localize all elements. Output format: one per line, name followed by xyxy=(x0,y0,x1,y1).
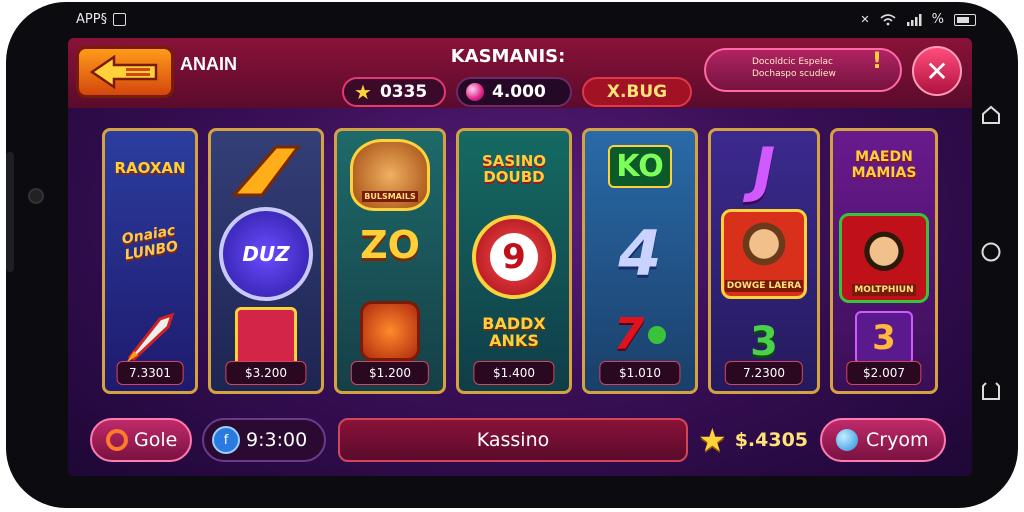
reel-4-amount: $1.400 xyxy=(473,361,555,385)
reel-4-bottom-symbol: BADDX ANKS xyxy=(482,314,546,350)
coin-balance: ★ 0335 xyxy=(342,77,446,107)
character-portrait: DOWGE LAERA xyxy=(711,209,817,299)
close-icon: ✕ xyxy=(925,54,949,88)
info-icon: f xyxy=(212,426,240,454)
reel-3-top-label: BULSMAILS xyxy=(362,191,418,202)
win-display: ★ $.4305 xyxy=(698,418,810,462)
reel-6-mid-label: DOWGE LAERA xyxy=(724,280,804,292)
game-title: KASMANIS: xyxy=(450,46,566,67)
mute-icon: ✕ xyxy=(860,13,870,26)
slot-reel-7[interactable]: MAEDN MAMIAS MOLTPHIUN 3 $2.007 xyxy=(830,128,938,394)
recent-apps-icon[interactable] xyxy=(978,102,1004,128)
arrow-left-icon xyxy=(90,55,158,89)
search-icon xyxy=(106,429,128,451)
rocket-icon xyxy=(105,307,195,367)
seven-icon: 7 xyxy=(585,309,695,360)
wifi-icon xyxy=(880,13,896,25)
balance-display: f 9:3:00 xyxy=(202,418,326,462)
reel-6-bottom-symbol: 3 xyxy=(750,319,778,365)
reel-2-mid-label: DUZ xyxy=(219,207,313,301)
back-button[interactable] xyxy=(76,46,174,98)
front-camera xyxy=(28,188,44,204)
status-text: APP§ xyxy=(76,12,108,27)
side-button xyxy=(6,152,14,272)
notice-banner[interactable]: Docoldcic Espelac Dochaspo scudiew ! xyxy=(704,48,902,92)
star-icon: ★ xyxy=(354,80,372,104)
reel-5-mid-symbol: 4 xyxy=(618,217,662,290)
notification-icon xyxy=(113,13,127,26)
battery-icon xyxy=(954,13,976,26)
reel-7-amount: $2.007 xyxy=(846,361,922,385)
star-icon: ★ xyxy=(698,421,727,459)
slot-reel-3[interactable]: BULSMAILS ZO $1.200 xyxy=(334,128,446,394)
slot-reel-4[interactable]: SASINO DOUBD 9 BADDX ANKS $1.400 xyxy=(456,128,572,394)
lion-icon: BULSMAILS xyxy=(337,139,443,211)
cryom-button[interactable]: Cryom xyxy=(820,418,946,462)
reel-2-amount: $3.200 xyxy=(225,361,307,385)
page-title: ANAIN xyxy=(180,54,237,74)
chat-icon xyxy=(836,429,858,451)
reel-4-top-symbol: SASINO DOUBD xyxy=(481,152,547,186)
back-nav-icon[interactable] xyxy=(978,378,1004,404)
treasure-icon xyxy=(337,301,443,361)
alert-icon: ! xyxy=(871,49,882,74)
kassino-button[interactable]: Kassino xyxy=(338,418,688,462)
reel-5-top-symbol: KO xyxy=(585,145,695,188)
slot-reel-1[interactable]: RAOXAN Onaiac LUNBO 7.3301 xyxy=(102,128,198,394)
bonus-badge[interactable]: X.BUG xyxy=(582,77,692,107)
close-button[interactable]: ✕ xyxy=(912,46,962,96)
gole-button[interactable]: Gole xyxy=(90,418,192,462)
gole-label: Gole xyxy=(134,429,178,451)
reel-4-mid-label: 9 xyxy=(490,233,538,281)
slot-reel-5[interactable]: KO 4 7 $1.010 xyxy=(582,128,698,394)
reel-7-bottom-symbol: 3 xyxy=(833,311,935,365)
gem-icon xyxy=(466,83,484,101)
hero-portrait: MOLTPHIUN xyxy=(833,213,935,303)
reel-6-amount: 7.2300 xyxy=(724,361,804,385)
status-bar: APP§ ✕ % xyxy=(76,10,976,32)
win-value: $.4305 xyxy=(734,429,809,451)
bonus-label: X.BUG xyxy=(606,82,668,102)
bottom-bar: Gole f 9:3:00 Kassino ★ $.4305 Cryom xyxy=(68,412,972,476)
reel-5-top-label: KO xyxy=(608,145,672,188)
reel-7-mid-label: MOLTPHIUN xyxy=(852,284,916,296)
kassino-label: Kassino xyxy=(476,429,550,451)
reel-1-top-symbol: RAOXAN xyxy=(114,159,186,177)
reel-2-mid-symbol: DUZ xyxy=(211,207,321,301)
reel-7-bottom-label: 3 xyxy=(855,311,913,365)
reel-6-top-symbol: J xyxy=(752,135,776,205)
reel-1-amount: 7.3301 xyxy=(116,361,184,385)
lightning-icon xyxy=(211,143,321,199)
reel-5-amount: $1.010 xyxy=(599,361,681,385)
slot-reel-2[interactable]: DUZ $3.200 xyxy=(208,128,324,394)
reel-3-amount: $1.200 xyxy=(350,361,430,385)
game-screen: ANAIN KASMANIS: ★ 0335 4.000 X.BUG Docol… xyxy=(68,38,972,476)
reel-4-mid-symbol: 9 xyxy=(459,215,569,299)
reel-1-mid-symbol: Onaiac LUNBO xyxy=(120,222,180,264)
gem-value: 4.000 xyxy=(492,82,546,102)
cryom-label: Cryom xyxy=(866,429,929,451)
balance-value: 9:3:00 xyxy=(246,429,308,451)
percent-icon: % xyxy=(931,12,944,27)
signal-icon xyxy=(906,13,922,26)
gem-balance: 4.000 xyxy=(456,77,572,107)
reel-3-mid-symbol: ZO xyxy=(360,223,420,267)
home-icon[interactable] xyxy=(978,239,1004,265)
coin-value: 0335 xyxy=(379,82,428,102)
slot-reel-6[interactable]: J DOWGE LAERA 3 7.2300 xyxy=(708,128,820,394)
reel-7-top-symbol: MAEDN MAMIAS xyxy=(851,149,917,181)
phone-frame: APP§ ✕ % ANAIN KASMANIS: ★ 0335 4.000 X.… xyxy=(6,2,1018,508)
